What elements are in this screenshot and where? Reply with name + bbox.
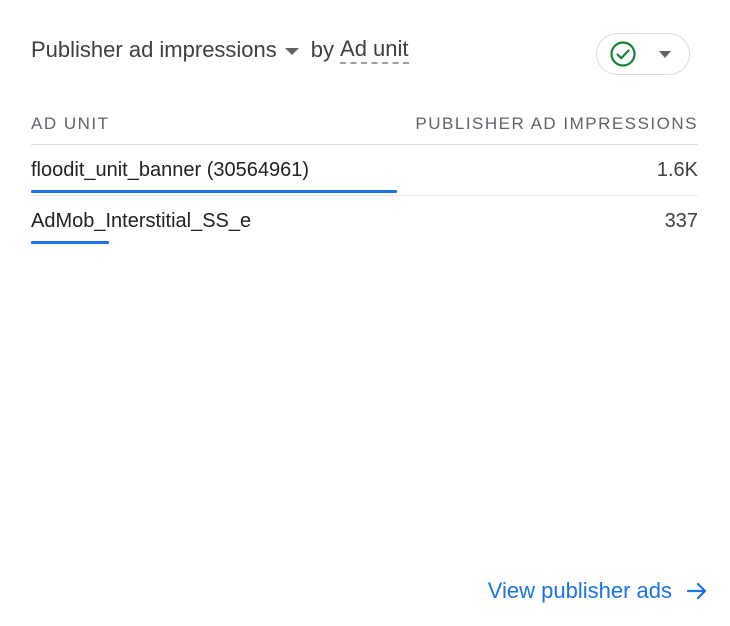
- chevron-down-icon: [659, 50, 671, 58]
- ad-unit-name: floodit_unit_banner (30564961): [31, 159, 309, 181]
- table-body: floodit_unit_banner (30564961) 1.6K AdMob_…: [31, 145, 698, 246]
- card-title: Publisher ad impressions by Ad unit: [31, 30, 409, 70]
- impressions-value: 1.6K: [656, 159, 698, 181]
- table-header: AD UNIT PUBLISHER AD IMPRESSIONS: [31, 104, 698, 145]
- dimension-selector[interactable]: Ad unit: [340, 36, 409, 64]
- impressions-value: 337: [664, 210, 698, 232]
- table-row[interactable]: floodit_unit_banner (30564961) 1.6K: [31, 145, 698, 196]
- by-label: by: [310, 37, 335, 62]
- share-bar: [31, 241, 109, 244]
- arrow-right-icon: [686, 580, 708, 602]
- check-circle-icon: [609, 40, 637, 68]
- metric-label: Publisher ad impressions: [31, 37, 277, 62]
- comparison-status-chip[interactable]: [596, 33, 690, 75]
- table-row[interactable]: AdMob_Interstitial_SS_e 337: [31, 196, 698, 246]
- caret-down-icon: [284, 47, 299, 55]
- view-publisher-ads-label: View publisher ads: [487, 578, 672, 603]
- ad-unit-table: AD UNIT PUBLISHER AD IMPRESSIONS floodit…: [31, 104, 698, 246]
- column-header-impressions: PUBLISHER AD IMPRESSIONS: [415, 114, 698, 133]
- metric-selector[interactable]: Publisher ad impressions: [31, 37, 299, 63]
- share-bar: [31, 190, 397, 193]
- column-header-ad-unit: AD UNIT: [31, 114, 110, 133]
- ad-unit-name: AdMob_Interstitial_SS_e: [31, 210, 252, 232]
- publisher-ad-impressions-card: Publisher ad impressions by Ad unit AD U…: [0, 0, 730, 626]
- view-publisher-ads-link[interactable]: View publisher ads: [488, 578, 708, 604]
